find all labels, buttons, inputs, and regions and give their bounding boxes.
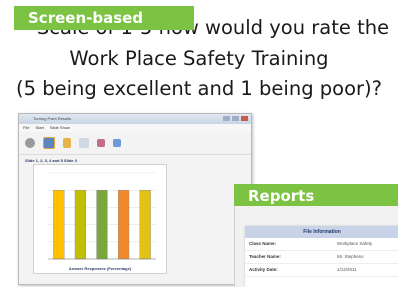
chart-bar-1: [53, 190, 65, 260]
report-label: Activity Date:: [249, 267, 278, 272]
report-row: Class Name: Workplace Safety: [245, 238, 398, 251]
report-row: Teacher Name: Mr. Stephens: [245, 251, 398, 264]
menu-item-start[interactable]: Start: [35, 124, 43, 132]
screen-based-window: Turning Point Results File Start Slide S…: [18, 113, 252, 285]
close-button[interactable]: [241, 116, 248, 121]
report-document: File Information Class Name: Workplace S…: [245, 226, 398, 287]
chart-bar-2: [74, 190, 87, 260]
window-controls: [223, 116, 248, 121]
report-value: Workplace Safety: [337, 241, 373, 246]
maximize-button[interactable]: [232, 116, 239, 121]
record-icon[interactable]: [25, 138, 35, 148]
flag-icon[interactable]: [97, 139, 105, 147]
reports-window: File Information Class Name: Workplace S…: [234, 206, 398, 287]
chart-bar-3: [96, 190, 108, 260]
menu-item-slide-show[interactable]: Slide Show: [50, 124, 70, 132]
chart-icon[interactable]: [43, 137, 55, 149]
question-line-3: (5 being excellent and 1 being poor)?: [16, 77, 382, 100]
toolbar: [19, 132, 251, 155]
settings-icon[interactable]: [113, 139, 121, 147]
screen-based-label: Screen-based: [14, 6, 194, 30]
menu-bar: File Start Slide Show: [19, 124, 251, 132]
window-title: Turning Point Results: [33, 116, 72, 121]
report-value: Mr. Stephens: [337, 254, 364, 259]
reports-label: Reports: [234, 184, 398, 208]
window-titlebar: Turning Point Results: [19, 114, 251, 124]
chart-svg: [48, 172, 156, 260]
window-icon[interactable]: [79, 138, 89, 148]
folder-icon[interactable]: [63, 138, 71, 148]
menu-item-file[interactable]: File: [23, 124, 29, 132]
report-row: Activity Date: 1/12/2011: [245, 264, 398, 277]
report-value: 1/12/2011: [337, 267, 357, 272]
results-chart: Answer Responses (Percentage): [33, 164, 167, 274]
report-label: Class Name:: [249, 241, 277, 246]
report-title: File Information: [245, 226, 398, 238]
x-axis-caption: Answer Responses (Percentage): [68, 266, 132, 271]
chart-bar-5: [139, 190, 151, 260]
report-label: Teacher Name:: [249, 254, 281, 259]
minimize-button[interactable]: [223, 116, 230, 121]
question-line-2: Work Place Safety Training: [69, 47, 329, 70]
chart-bar-4: [117, 190, 130, 260]
